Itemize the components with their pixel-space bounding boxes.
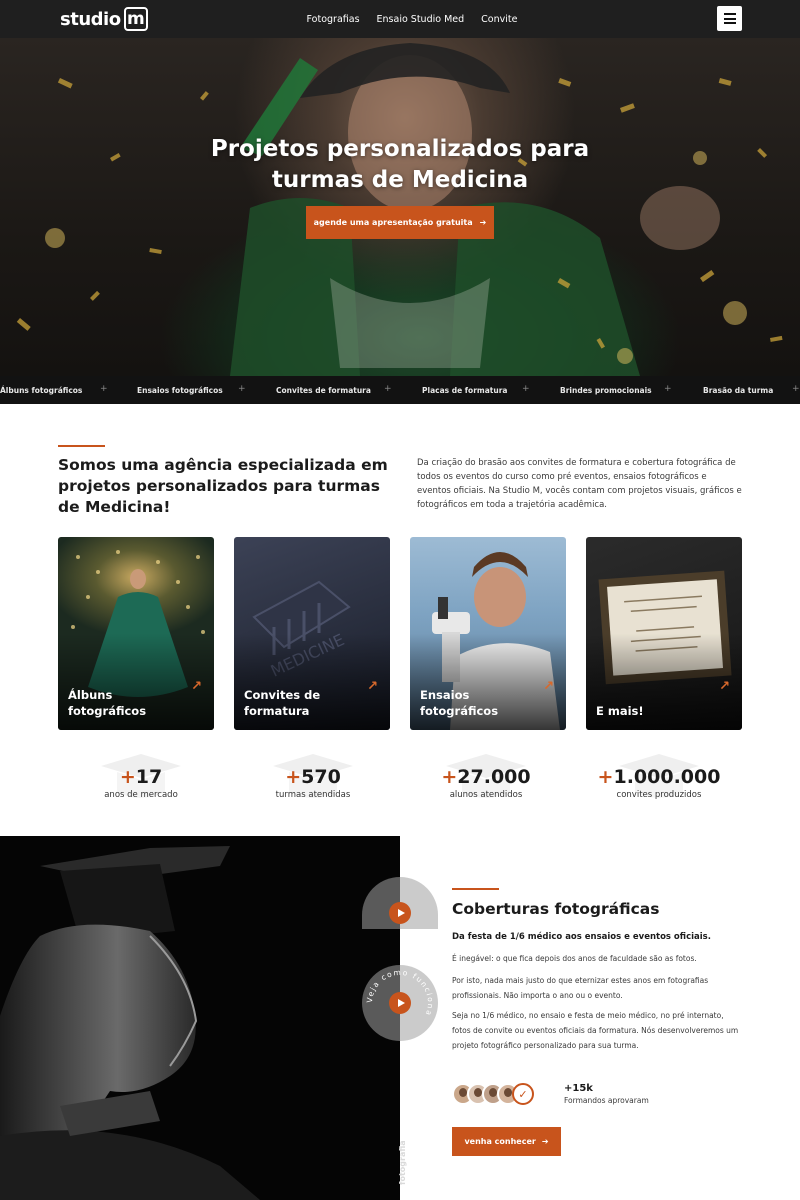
strip-item[interactable]: Convites de formatura (276, 386, 371, 395)
hero-banner: Projetos personalizados para turmas de M… (0, 38, 800, 376)
coverage-subheading: Da festa de 1/6 médico aos ensaios e eve… (452, 932, 711, 942)
stat-number: +17 (119, 766, 163, 788)
coverage-photo (0, 836, 400, 1200)
card-ensaios[interactable]: Ensaios fotográficos ↗ (410, 537, 566, 730)
come-see-label: venha conhecer (464, 1137, 536, 1146)
about-heading: Somos uma agência especializada em proje… (58, 456, 388, 516)
card-label: E mais! (596, 704, 644, 718)
arrow-up-right-icon: ↗ (543, 679, 554, 694)
stat-label: anos de mercado (104, 790, 178, 800)
card-mais[interactable]: E mais! ↗ (586, 537, 742, 730)
card-label: Ensaios fotográficos (420, 688, 499, 718)
arrow-up-right-icon: ↗ (191, 679, 202, 694)
strip-item[interactable]: Brasão da turma (703, 386, 773, 395)
top-navbar: studio m Fotografias Ensaio Studio Med C… (0, 0, 800, 38)
coverage-paragraph-2: Por isto, nada mais justo do que eterniz… (452, 976, 709, 1000)
section-divider (452, 888, 499, 890)
coverage-heading: Coberturas fotográficas (452, 900, 660, 918)
coverage-paragraph-3: Seja no 1/6 médico, no ensaio e festa de… (452, 1011, 739, 1050)
nav-link-convite[interactable]: Convite (481, 14, 517, 25)
approved-count: +15k (564, 1083, 593, 1094)
arrow-right-icon: ➔ (479, 218, 487, 227)
plus-icon: + (100, 384, 108, 394)
stat-label: turmas atendidas (275, 790, 351, 800)
plus-icon: + (384, 384, 392, 394)
strip-item[interactable]: Placas de formatura (422, 386, 507, 395)
card-convites[interactable]: MEDICINE Convites de formatura ↗ (234, 537, 390, 730)
approved-avatars: ✓ (452, 1083, 534, 1105)
hero-title-line2: turmas de Medicina (271, 167, 529, 193)
main-menu: Fotografias Ensaio Studio Med Convite (0, 0, 800, 38)
coverage-paragraph-1: É inegável: o que fica depois dos anos d… (452, 954, 697, 963)
stat-label: convites produzidos (616, 790, 702, 800)
graduate-portrait-photo (0, 846, 260, 1200)
badge-ring-text: Veja como funciona (365, 968, 435, 1018)
badge-text: Veja como funciona (365, 968, 434, 1018)
card-label: Convites de formatura (244, 688, 321, 718)
plus-icon: + (664, 384, 672, 394)
plus-icon: + (792, 384, 800, 394)
hamburger-menu-icon[interactable] (717, 6, 742, 31)
services-strip: Álbuns fotográficos + Ensaios fotográfic… (0, 376, 800, 404)
arrow-up-right-icon: ↗ (719, 679, 730, 694)
card-label: Álbuns fotográficos (68, 688, 147, 718)
strip-item[interactable]: Ensaios fotográficos (137, 386, 223, 395)
stat-years: +17 anos de mercado (56, 752, 226, 814)
nav-link-ensaio-studio-med[interactable]: Ensaio Studio Med (377, 14, 465, 25)
stat-number: +27.000 (441, 766, 531, 788)
schedule-presentation-button[interactable]: agende uma apresentação gratuita ➔ (306, 206, 494, 239)
approved-count-label: Formandos aprovaram (564, 1096, 649, 1105)
stat-classes: +570 turmas atendidas (228, 752, 398, 814)
stat-label: alunos atendidos (449, 790, 523, 800)
strip-item[interactable]: Álbuns fotográficos (0, 386, 82, 395)
stat-number: +1.000.000 (597, 766, 721, 788)
play-video-badge[interactable]: Veja como funciona (362, 965, 438, 1041)
stat-students: +27.000 alunos atendidos (401, 752, 571, 814)
strip-item[interactable]: Brindes promocionais (560, 386, 652, 395)
hero-title-line1: Projetos personalizados para (210, 136, 590, 162)
schedule-presentation-label: agende uma apresentação gratuita (313, 218, 473, 227)
play-icon (389, 902, 411, 924)
stat-number: +570 (285, 766, 341, 788)
svg-text:Veja como funciona: Veja como funciona (365, 968, 435, 1018)
check-icon: ✓ (512, 1083, 534, 1105)
plus-icon: + (522, 384, 530, 394)
arrow-up-right-icon: ↗ (367, 679, 378, 694)
come-see-button[interactable]: venha conhecer ➔ (452, 1127, 561, 1156)
stat-invitations: +1.000.000 convites produzidos (574, 752, 744, 814)
nav-link-fotografias[interactable]: Fotografias (307, 14, 360, 25)
about-paragraph: Da criação do brasão aos convites de for… (417, 458, 742, 510)
hero-title: Projetos personalizados para turmas de M… (0, 134, 800, 196)
section-divider (58, 445, 105, 447)
vertical-watermark-text: fotografia (398, 1140, 407, 1185)
arrow-right-icon: ➔ (541, 1137, 549, 1146)
plus-icon: + (238, 384, 246, 394)
card-albuns[interactable]: Álbuns fotográficos ↗ (58, 537, 214, 730)
